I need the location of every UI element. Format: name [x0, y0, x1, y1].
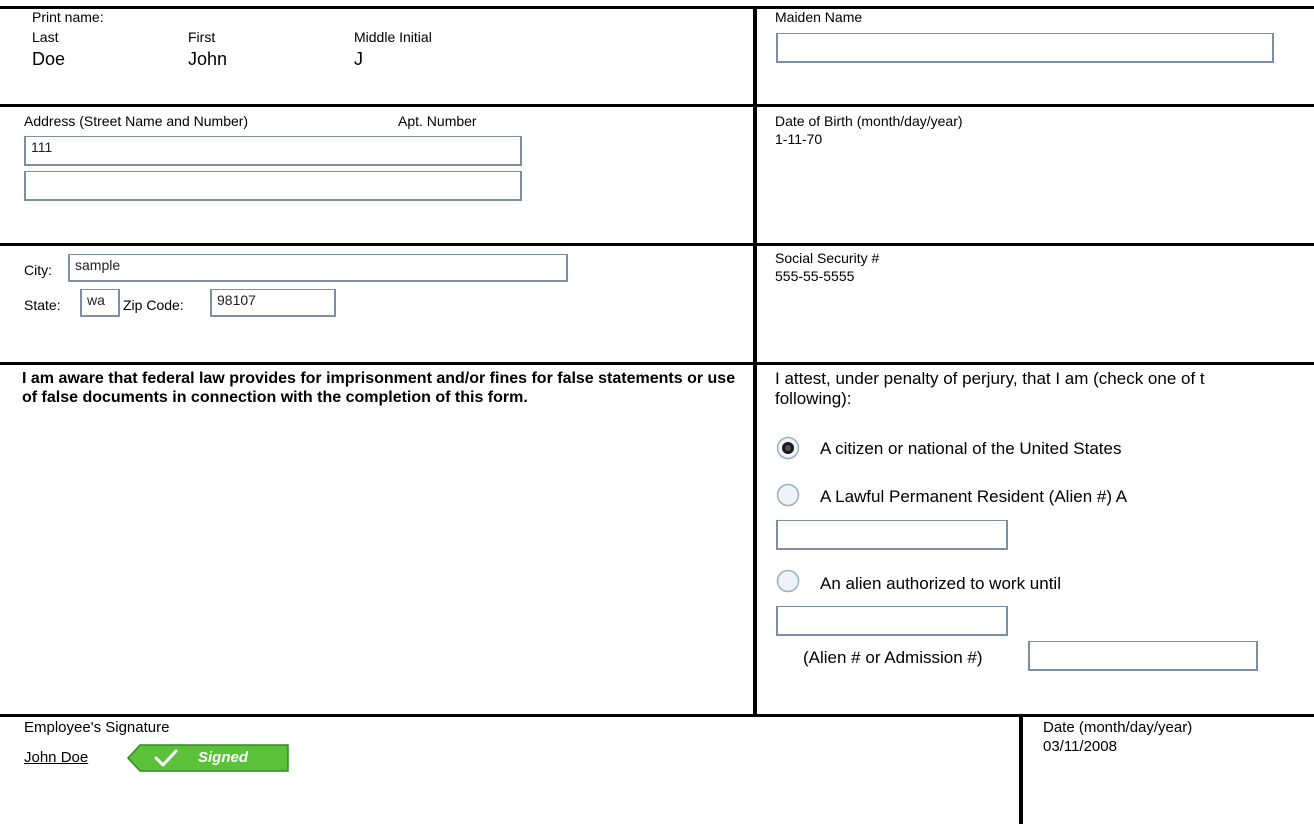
divider-row3	[0, 362, 1314, 365]
address-label: Address (Street Name and Number)	[24, 113, 249, 129]
ssn-label: Social Security #	[775, 250, 880, 266]
first-name-label: First	[188, 29, 216, 45]
date-value: 03/11/2008	[1043, 738, 1117, 755]
state-label: State:	[24, 297, 61, 313]
date-label: Date (month/day/year)	[1043, 719, 1193, 736]
dob-value: 1-11-70	[775, 131, 823, 147]
divider-center	[753, 6, 757, 717]
admission-number-input[interactable]	[1028, 641, 1258, 671]
signature-label: Employee's Signature	[24, 719, 170, 736]
dob-label: Date of Birth (month/day/year)	[775, 113, 963, 129]
zip-code-input[interactable]: 98107	[210, 289, 336, 317]
zip-code-label: Zip Code:	[123, 297, 184, 313]
middle-initial-label: Middle Initial	[354, 29, 432, 45]
option-alien-label: An alien authorized to work until	[820, 574, 1061, 593]
radio-alien-authorized[interactable]	[776, 569, 800, 593]
middle-initial-value: J	[354, 49, 363, 69]
perjury-warning: I am aware that federal law provides for…	[22, 370, 736, 406]
divider-row2	[0, 243, 1314, 246]
last-name-value: Doe	[32, 49, 66, 69]
admission-number-label: (Alien # or Admission #)	[803, 648, 983, 667]
divider-top	[0, 6, 1314, 9]
divider-row4	[0, 714, 1314, 717]
first-name-value: John	[188, 49, 228, 69]
divider-date	[1019, 714, 1023, 824]
maiden-name-input[interactable]	[776, 33, 1274, 63]
state-input[interactable]: wa	[80, 289, 120, 317]
signed-badge-label: Signed	[198, 749, 249, 766]
radio-lawful-permanent-resident[interactable]	[776, 483, 800, 507]
divider-row1	[0, 104, 1314, 107]
city-input[interactable]: sample	[68, 254, 568, 282]
maiden-name-label: Maiden Name	[775, 9, 863, 25]
signature-name: John Doe	[24, 749, 89, 766]
work-until-input[interactable]	[776, 606, 1008, 636]
print-name-label: Print name:	[32, 9, 104, 25]
ssn-value: 555-55-5555	[775, 268, 855, 284]
apt-number-label: Apt. Number	[398, 113, 477, 129]
apt-number-input[interactable]	[24, 171, 522, 201]
city-label: City:	[24, 262, 52, 278]
radio-citizen[interactable]	[776, 436, 800, 460]
option-lpr-label: A Lawful Permanent Resident (Alien #) A	[820, 487, 1128, 506]
attest-line-1: I attest, under penalty of perjury, that…	[775, 369, 1205, 388]
alien-number-input[interactable]	[776, 520, 1008, 550]
option-citizen-label: A citizen or national of the United Stat…	[820, 439, 1122, 458]
last-name-label: Last	[32, 29, 59, 45]
address-input[interactable]: 111	[24, 136, 522, 166]
attest-line-2: following):	[775, 389, 852, 408]
